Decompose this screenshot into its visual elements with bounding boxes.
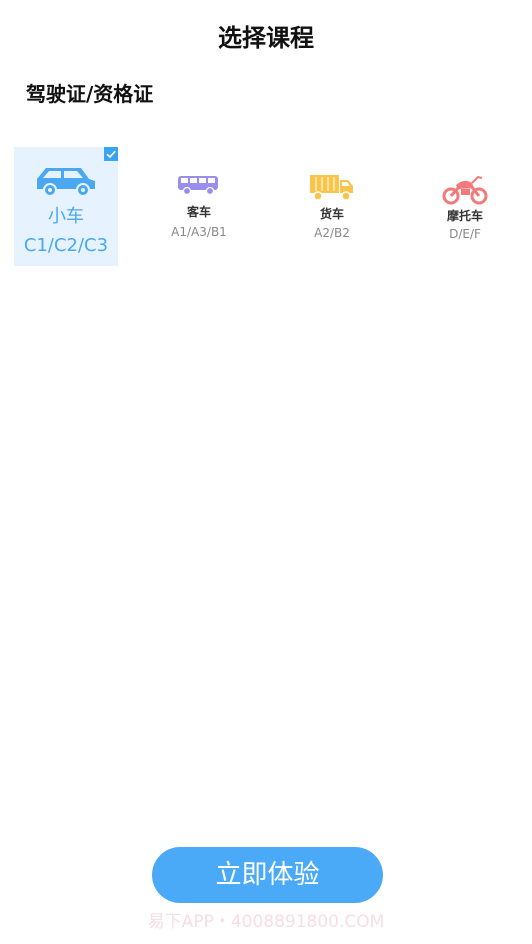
vehicle-option-car[interactable]: 小车 C1/C2/C3 [14,147,118,266]
vehicle-selector: 小车 C1/C2/C3 客车 A1/A3/B1 货车 A2/B2 摩托车 D/E… [14,147,518,267]
vehicle-option-motorcycle[interactable]: 摩托车 D/E/F [420,147,510,266]
checkmark-icon [104,147,118,161]
vehicle-name: 摩托车 [446,209,483,223]
truck-icon [286,174,378,202]
vehicle-name: 客车 [186,205,211,219]
try-now-button[interactable]: 立即体验 [152,847,383,903]
car-icon [14,165,118,197]
watermark: 易下APP・4008891800.COM [147,912,385,932]
vehicle-option-truck[interactable]: 货车 A2/B2 [286,147,378,266]
vehicle-name: 货车 [319,207,344,221]
vehicle-license-code: C1/C2/C3 [23,235,109,256]
section-title: 驾驶证/资格证 [26,82,154,106]
vehicle-name: 小车 [48,206,84,227]
vehicle-license-code: A1/A3/B1 [171,225,227,239]
vehicle-license-code: D/E/F [449,227,481,241]
vehicle-license-code: A2/B2 [314,226,350,240]
motorcycle-icon [420,174,510,206]
page-title: 选择课程 [218,24,314,52]
vehicle-option-bus[interactable]: 客车 A1/A3/B1 [154,147,244,266]
bus-icon [154,174,244,196]
